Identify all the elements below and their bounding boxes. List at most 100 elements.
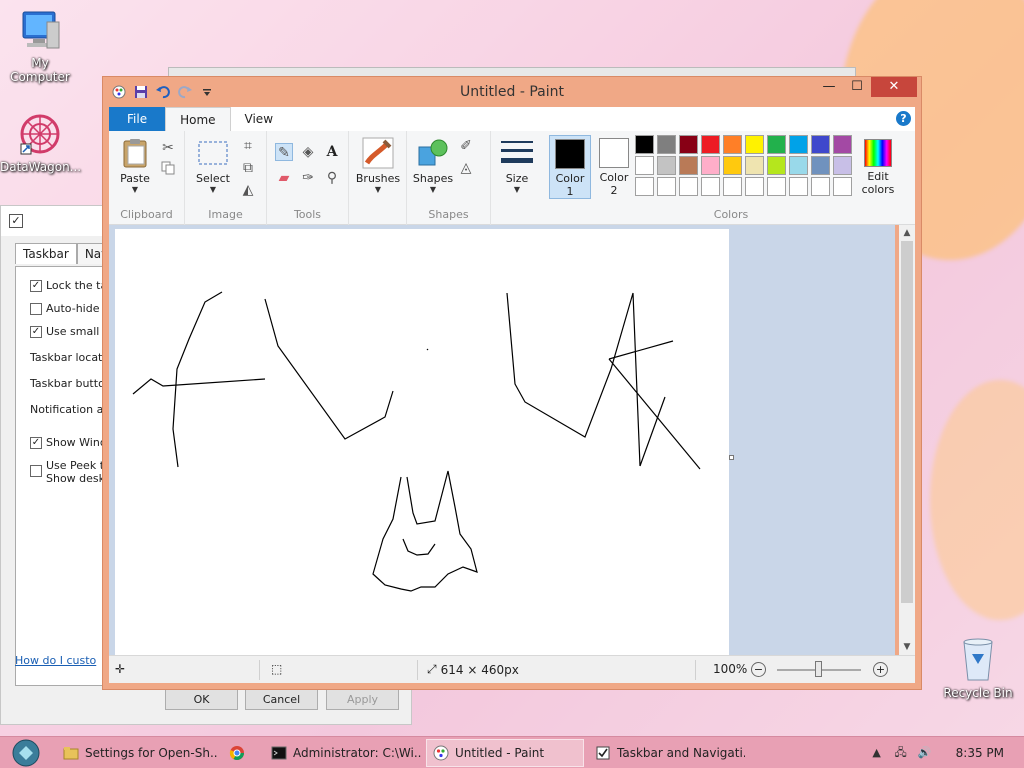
- color2-button[interactable]: Color 2: [593, 135, 635, 199]
- zoom-slider-thumb[interactable]: [815, 661, 822, 677]
- palette-swatch[interactable]: [767, 177, 786, 196]
- palette-swatch[interactable]: [789, 177, 808, 196]
- copy-icon[interactable]: [159, 161, 177, 179]
- scroll-thumb[interactable]: [901, 241, 913, 603]
- desktop-icon-recycle-bin[interactable]: Recycle Bin: [940, 636, 1016, 700]
- palette-swatch[interactable]: [635, 177, 654, 196]
- zoom-in-icon[interactable]: +: [873, 662, 888, 677]
- palette-swatch[interactable]: [767, 156, 786, 175]
- shape-fill-icon[interactable]: ◬: [457, 159, 475, 177]
- zoom-out-button[interactable]: −: [751, 662, 766, 677]
- paste-button[interactable]: Paste ▼: [115, 137, 155, 194]
- maximize-button[interactable]: ☐: [843, 77, 871, 97]
- crop-icon[interactable]: ⌗: [239, 137, 257, 155]
- color1-button[interactable]: Color 1: [549, 135, 591, 199]
- group-colors: Color 1 Color 2 Edit colors Colors: [545, 131, 917, 225]
- vertical-scrollbar[interactable]: ▲ ▼: [899, 225, 915, 655]
- palette-swatch[interactable]: [745, 156, 764, 175]
- palette-swatch[interactable]: [679, 135, 698, 154]
- palette-swatch[interactable]: [833, 177, 852, 196]
- palette-swatch[interactable]: [701, 135, 720, 154]
- palette-swatch[interactable]: [635, 156, 654, 175]
- taskbar-item-chrome[interactable]: [222, 739, 260, 767]
- checkbox-auto-hide[interactable]: [30, 302, 42, 315]
- magnifier-icon[interactable]: ⚲: [323, 169, 341, 187]
- paint-app-icon[interactable]: [111, 84, 127, 100]
- desktop-icon-datawagon[interactable]: DataWagon...: [0, 112, 81, 174]
- outline-icon[interactable]: ✐: [457, 137, 475, 155]
- brushes-button[interactable]: Brushes ▼: [355, 137, 401, 194]
- minimize-button[interactable]: —: [815, 77, 843, 97]
- palette-swatch[interactable]: [833, 135, 852, 154]
- palette-swatch[interactable]: [679, 177, 698, 196]
- palette-swatch[interactable]: [657, 135, 676, 154]
- fill-icon[interactable]: ◈: [299, 143, 317, 161]
- taskbar-item-settings[interactable]: Settings for Open-Sh...: [56, 739, 218, 767]
- canvas-resize-handle[interactable]: [729, 455, 734, 460]
- undo-icon[interactable]: [155, 84, 171, 100]
- size-button[interactable]: Size ▼: [497, 137, 537, 194]
- option-lock-taskbar[interactable]: ✓ Lock the tas: [30, 279, 113, 292]
- checkbox-peek[interactable]: [30, 465, 42, 477]
- scroll-down-icon[interactable]: ▼: [899, 639, 915, 655]
- palette-swatch[interactable]: [657, 177, 676, 196]
- text-icon[interactable]: A: [323, 143, 341, 161]
- checkbox-show-windows[interactable]: ✓: [30, 436, 42, 449]
- cancel-button[interactable]: Cancel: [245, 689, 318, 710]
- tab-home[interactable]: Home: [165, 107, 231, 131]
- drawing-canvas[interactable]: [115, 229, 729, 655]
- edit-colors-button[interactable]: Edit colors: [855, 135, 901, 199]
- apply-button[interactable]: Apply: [326, 689, 399, 710]
- palette-swatch[interactable]: [635, 135, 654, 154]
- taskbar-item-paint[interactable]: Untitled - Paint: [426, 739, 584, 767]
- taskbar-item-cmd[interactable]: Administrator: C:\Wi...: [264, 739, 422, 767]
- checkbox-lock-taskbar[interactable]: ✓: [30, 279, 42, 292]
- palette-swatch[interactable]: [811, 156, 830, 175]
- ok-button[interactable]: OK: [165, 689, 238, 710]
- palette-swatch[interactable]: [679, 156, 698, 175]
- palette-swatch[interactable]: [745, 177, 764, 196]
- start-button[interactable]: [8, 738, 44, 768]
- tab-view[interactable]: View: [231, 107, 287, 131]
- palette-swatch[interactable]: [789, 135, 808, 154]
- scroll-up-icon[interactable]: ▲: [899, 225, 915, 241]
- taskbar-item-taskbar-settings[interactable]: Taskbar and Navigati...: [588, 739, 746, 767]
- palette-swatch[interactable]: [657, 156, 676, 175]
- customize-qat-icon[interactable]: [199, 84, 215, 100]
- color-picker-icon[interactable]: ✑: [299, 169, 317, 187]
- palette-swatch[interactable]: [701, 177, 720, 196]
- cut-icon[interactable]: ✂: [159, 139, 177, 157]
- select-button[interactable]: Select ▼: [191, 137, 235, 194]
- checkbox-small-buttons[interactable]: ✓: [30, 325, 42, 338]
- ribbon-tabs: File Home View ?: [109, 107, 915, 131]
- tab-taskbar[interactable]: Taskbar: [15, 243, 77, 264]
- eraser-icon[interactable]: ▰: [275, 169, 293, 187]
- palette-swatch[interactable]: [723, 156, 742, 175]
- palette-swatch[interactable]: [723, 135, 742, 154]
- tab-file[interactable]: File: [109, 107, 166, 131]
- palette-swatch[interactable]: [723, 177, 742, 196]
- palette-swatch[interactable]: [789, 156, 808, 175]
- shapes-button[interactable]: Shapes ▼: [411, 137, 455, 194]
- help-link[interactable]: How do I custo: [15, 654, 96, 667]
- redo-icon[interactable]: [177, 84, 193, 100]
- palette-swatch[interactable]: [811, 177, 830, 196]
- zoom-out-icon[interactable]: −: [751, 662, 766, 677]
- pencil-icon[interactable]: ✎: [275, 143, 293, 161]
- palette-swatch[interactable]: [833, 156, 852, 175]
- volume-icon[interactable]: 🔊: [918, 746, 932, 760]
- close-button[interactable]: ✕: [871, 77, 917, 97]
- save-icon[interactable]: [133, 84, 149, 100]
- clock[interactable]: 8:35 PM: [956, 746, 1004, 760]
- desktop-icon-my-computer[interactable]: My Computer: [0, 8, 80, 84]
- palette-swatch[interactable]: [745, 135, 764, 154]
- rotate-icon[interactable]: ◭: [239, 181, 257, 199]
- help-icon[interactable]: ?: [896, 111, 911, 126]
- resize-icon[interactable]: ⧉: [239, 159, 257, 177]
- zoom-in-button[interactable]: +: [873, 662, 888, 677]
- chevron-up-icon[interactable]: ▲: [870, 746, 884, 760]
- palette-swatch[interactable]: [811, 135, 830, 154]
- palette-swatch[interactable]: [701, 156, 720, 175]
- palette-swatch[interactable]: [767, 135, 786, 154]
- network-icon[interactable]: 🖧: [894, 746, 908, 760]
